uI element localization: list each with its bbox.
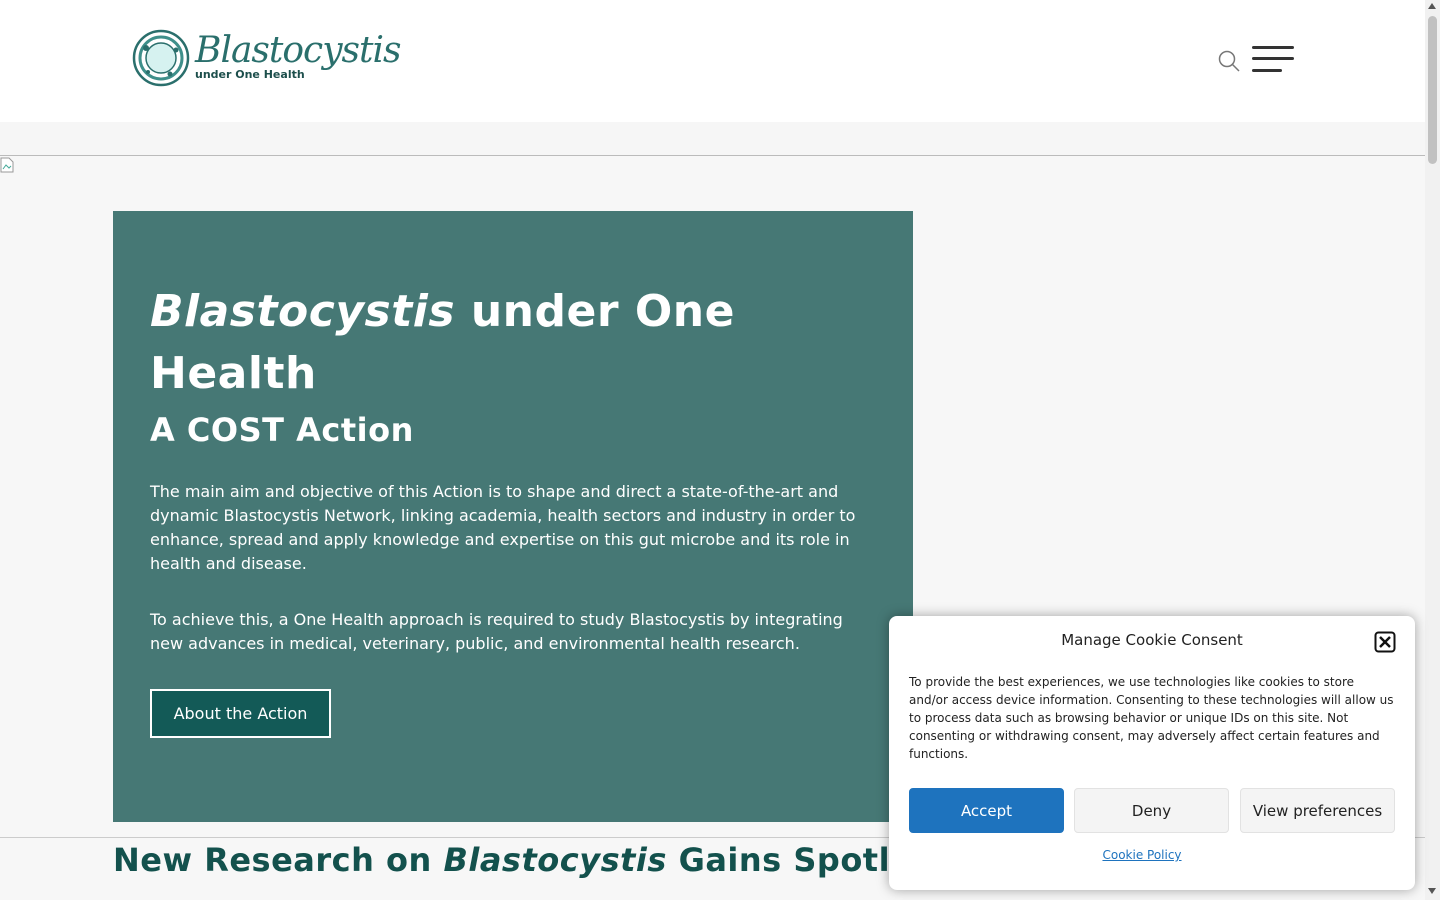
logo-cell-icon xyxy=(132,29,190,87)
logo-tagline: under One Health xyxy=(195,68,305,81)
site-logo[interactable]: Blastocystis under One Health xyxy=(132,28,401,90)
cookie-accept-button[interactable]: Accept xyxy=(909,788,1064,833)
header-band xyxy=(0,122,1425,156)
cookie-description: To provide the best experiences, we use … xyxy=(909,675,1394,761)
scrollbar-thumb[interactable] xyxy=(1428,16,1437,164)
cookie-close-button[interactable] xyxy=(1374,631,1396,653)
page-scrollbar[interactable] xyxy=(1425,0,1440,900)
news-heading-italic: Blastocystis xyxy=(443,841,667,879)
close-icon xyxy=(1374,631,1396,653)
news-heading-pre: New Research on xyxy=(113,841,444,879)
news-heading[interactable]: New Research on Blastocystis Gains Spotl… xyxy=(113,838,913,882)
search-button[interactable] xyxy=(1216,48,1242,74)
cookie-deny-button[interactable]: Deny xyxy=(1074,788,1229,833)
menu-toggle-button[interactable] xyxy=(1250,44,1296,76)
hero-title: Blastocystis under One Health xyxy=(150,281,850,405)
news-heading-post: Gains Spotlig xyxy=(666,841,913,879)
scroll-up-arrow-icon[interactable] xyxy=(1428,3,1436,9)
hero-paragraph-aim: The main aim and objective of this Actio… xyxy=(150,482,856,573)
hero-subtitle: A COST Action xyxy=(150,411,414,449)
cookie-preferences-button[interactable]: View preferences xyxy=(1240,788,1395,833)
cookie-policy-link[interactable]: Cookie Policy xyxy=(889,848,1395,862)
search-icon xyxy=(1218,50,1240,72)
hero-title-italic: Blastocystis xyxy=(150,286,456,337)
logo-name: Blastocystis xyxy=(195,30,401,71)
cookie-consent-dialog: Manage Cookie Consent To provide the bes… xyxy=(889,616,1415,890)
hero-panel: Blastocystis under One Health A COST Act… xyxy=(113,211,913,822)
scroll-down-arrow-icon[interactable] xyxy=(1428,888,1436,894)
broken-image-icon xyxy=(0,157,14,173)
hero-background-image xyxy=(0,157,14,173)
cookie-title: Manage Cookie Consent xyxy=(1061,631,1243,649)
hero-paragraph-approach: To achieve this, a One Health approach i… xyxy=(150,610,843,653)
site-header: Blastocystis under One Health xyxy=(0,0,1425,122)
about-action-button[interactable]: About the Action xyxy=(150,689,331,738)
